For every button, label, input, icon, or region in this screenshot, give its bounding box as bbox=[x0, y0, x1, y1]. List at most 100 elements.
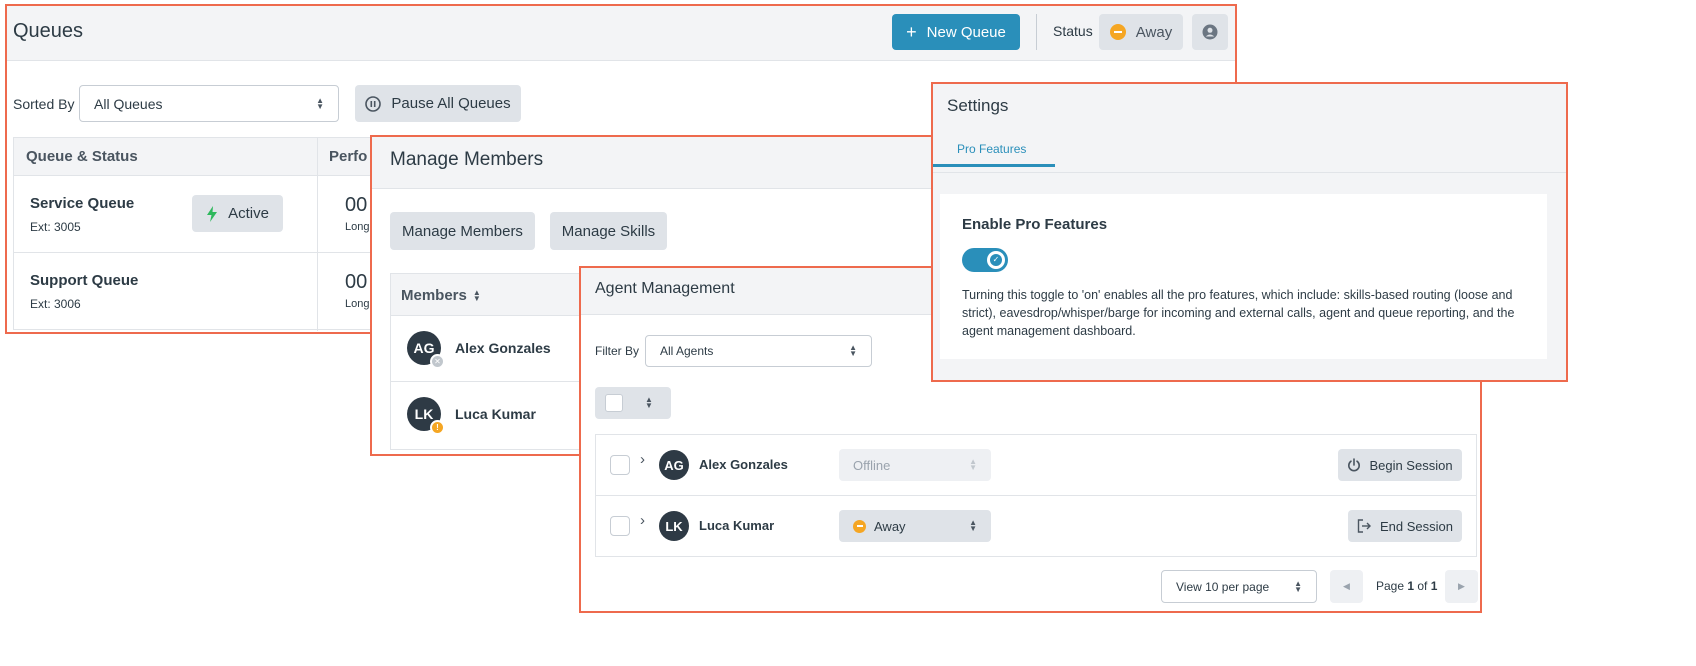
avatar-initials: AG bbox=[664, 457, 684, 473]
next-page-button[interactable]: ▶ bbox=[1445, 570, 1478, 603]
col-performance: Perfo bbox=[329, 148, 368, 165]
table-row: › AG Alex Gonzales Offline ▲ ▼ Begin Sess… bbox=[596, 435, 1476, 496]
agent-status-value: Away bbox=[874, 518, 906, 534]
agent-name: Alex Gonzales bbox=[699, 457, 788, 472]
pause-icon bbox=[365, 95, 382, 112]
away-icon bbox=[1109, 24, 1126, 40]
chevron-right-icon[interactable]: › bbox=[640, 512, 645, 529]
chevron-right-icon[interactable]: › bbox=[640, 451, 645, 468]
updown-icon: ▲ ▼ bbox=[849, 343, 857, 358]
offline-badge-icon: ✕ bbox=[430, 354, 445, 369]
away-badge-icon: ! bbox=[430, 420, 445, 435]
tab-manage-members[interactable]: Manage Members bbox=[390, 212, 535, 250]
tab-pro-features[interactable]: Pro Features bbox=[957, 142, 1026, 156]
updown-icon: ▲ ▼ bbox=[645, 395, 653, 410]
queue-status-label: Active bbox=[228, 205, 269, 222]
status-dropdown[interactable]: Away bbox=[1099, 14, 1183, 50]
queue-sort-select[interactable]: All Queues ▲ ▼ bbox=[79, 85, 339, 122]
page-total: 1 bbox=[1430, 579, 1438, 593]
queue-name[interactable]: Support Queue bbox=[30, 272, 138, 289]
per-page-value: View 10 per page bbox=[1176, 579, 1270, 594]
page-prefix: Page bbox=[1376, 579, 1408, 593]
metric-value: 00 bbox=[345, 271, 368, 293]
pro-features-card: Enable Pro Features ✓ Turning this toggl… bbox=[940, 194, 1547, 359]
end-session-label: End Session bbox=[1380, 518, 1453, 534]
page-of: of bbox=[1414, 579, 1431, 593]
avatar: AG ✕ bbox=[407, 331, 445, 369]
agent-status-value: Offline bbox=[853, 457, 891, 473]
sort-icon: ▲ ▼ bbox=[472, 287, 481, 303]
prev-page-button[interactable]: ◀ bbox=[1330, 570, 1363, 603]
tab-manage-skills[interactable]: Manage Skills bbox=[550, 212, 667, 250]
queues-title: Queues bbox=[13, 20, 84, 42]
metric-label: Long bbox=[345, 298, 370, 310]
table-row: › LK Luca Kumar Away ▲ ▼ End Session bbox=[596, 496, 1476, 556]
away-icon bbox=[853, 519, 866, 533]
pause-all-queues-button[interactable]: Pause All Queues bbox=[355, 85, 521, 122]
per-page-select[interactable]: View 10 per page ▲ ▼ bbox=[1161, 570, 1317, 603]
members-sort-header[interactable]: Members ▲ ▼ bbox=[401, 287, 481, 304]
avatar: LK ! bbox=[407, 397, 445, 435]
member-name: Luca Kumar bbox=[455, 406, 536, 422]
agent-filter-select[interactable]: All Agents ▲ ▼ bbox=[645, 335, 872, 367]
end-session-button[interactable]: End Session bbox=[1348, 510, 1462, 542]
avatar-initials: LK bbox=[414, 406, 434, 422]
members-title: Manage Members bbox=[390, 149, 544, 170]
col-members: Members bbox=[401, 287, 467, 304]
new-queue-button[interactable]: + New Queue bbox=[892, 14, 1020, 50]
page-indicator: Page 1 of 1 bbox=[1376, 579, 1437, 593]
status-value: Away bbox=[1135, 23, 1173, 41]
filter-by-label: Filter By bbox=[595, 344, 640, 358]
row-checkbox[interactable] bbox=[610, 516, 630, 536]
status-label: Status bbox=[1053, 23, 1093, 39]
bolt-icon bbox=[207, 205, 218, 222]
toggle-knob: ✓ bbox=[987, 251, 1005, 269]
chevron-right-icon: ▶ bbox=[1458, 581, 1465, 591]
sort-select-value: All Queues bbox=[94, 95, 163, 112]
avatar-initials: AG bbox=[413, 340, 435, 356]
bulk-select-dropdown[interactable]: ▲ ▼ bbox=[595, 387, 671, 419]
metric-label: Long bbox=[345, 221, 370, 233]
sorted-by-label: Sorted By bbox=[13, 96, 75, 112]
select-all-checkbox[interactable] bbox=[605, 394, 623, 412]
metric-value: 00 bbox=[345, 194, 368, 216]
check-icon: ✓ bbox=[990, 254, 1002, 266]
pro-features-description: Turning this toggle to 'on' enables all … bbox=[962, 288, 1515, 338]
power-icon bbox=[1348, 458, 1361, 472]
updown-icon: ▲ ▼ bbox=[1294, 578, 1302, 594]
col-queue-status: Queue & Status bbox=[26, 148, 138, 165]
chevron-left-icon: ◀ bbox=[1343, 581, 1350, 591]
user-icon bbox=[1202, 24, 1218, 40]
queue-status-badge[interactable]: Active bbox=[192, 195, 283, 232]
agent-name: Luca Kumar bbox=[699, 518, 775, 533]
tab-manage-skills-label: Manage Skills bbox=[561, 222, 656, 240]
settings-panel: Settings Pro Features Enable Pro Feature… bbox=[931, 82, 1568, 382]
row-checkbox[interactable] bbox=[610, 455, 630, 475]
header-divider bbox=[1036, 14, 1037, 50]
begin-session-button[interactable]: Begin Session bbox=[1338, 449, 1462, 481]
logout-icon bbox=[1357, 519, 1371, 533]
plus-icon: + bbox=[906, 21, 917, 42]
pause-all-label: Pause All Queues bbox=[391, 95, 511, 112]
user-profile-button[interactable] bbox=[1192, 14, 1228, 50]
queue-ext: Ext: 3005 bbox=[30, 220, 81, 234]
agent-table: › AG Alex Gonzales Offline ▲ ▼ Begin Sess… bbox=[595, 434, 1477, 557]
updown-icon: ▲ ▼ bbox=[969, 457, 977, 472]
avatar-initials: LK bbox=[665, 518, 683, 534]
agent-status-select[interactable]: Away ▲ ▼ bbox=[839, 510, 991, 542]
agent-status-group: Away bbox=[853, 519, 906, 534]
settings-title: Settings bbox=[947, 96, 1009, 115]
updown-icon: ▲ ▼ bbox=[316, 95, 324, 111]
member-name: Alex Gonzales bbox=[455, 340, 551, 356]
begin-session-label: Begin Session bbox=[1369, 457, 1453, 473]
queue-name[interactable]: Service Queue bbox=[30, 195, 134, 212]
agent-status-select[interactable]: Offline ▲ ▼ bbox=[839, 449, 991, 481]
queues-header bbox=[7, 6, 1235, 61]
avatar: LK bbox=[659, 511, 689, 541]
queue-ext: Ext: 3006 bbox=[30, 297, 81, 311]
card-title: Enable Pro Features bbox=[962, 216, 1108, 233]
tab-manage-members-label: Manage Members bbox=[402, 222, 523, 240]
active-tab-indicator bbox=[933, 164, 1055, 167]
new-queue-label: New Queue bbox=[926, 23, 1006, 41]
pro-features-toggle[interactable]: ✓ bbox=[962, 248, 1008, 272]
